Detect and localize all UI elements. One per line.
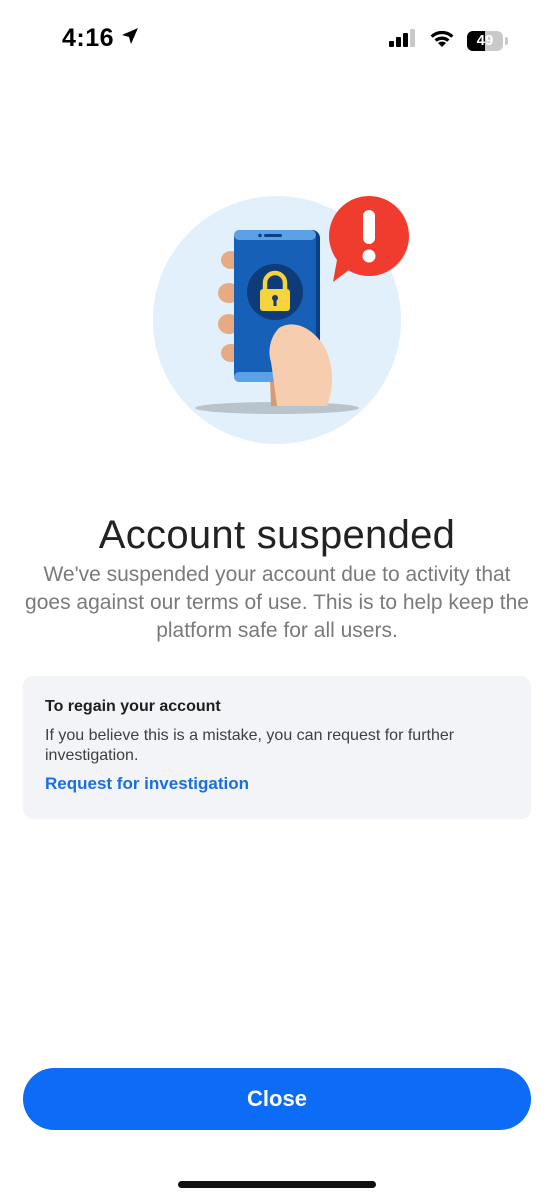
close-button[interactable]: Close	[23, 1068, 531, 1130]
suspended-illustration	[145, 190, 420, 450]
status-time-group: 4:16	[62, 24, 140, 53]
request-investigation-link[interactable]: Request for investigation	[45, 774, 249, 794]
suspension-description: We've suspended your account due to acti…	[25, 563, 529, 642]
regain-account-card: To regain your account If you believe th…	[23, 676, 531, 819]
home-indicator[interactable]	[178, 1181, 376, 1188]
location-arrow-icon	[120, 24, 140, 53]
page-title: Account suspended	[98, 512, 456, 557]
lock-icon	[247, 264, 303, 320]
status-time: 4:16	[62, 24, 115, 52]
regain-card-text: If you believe this is a mistake, you ca…	[45, 727, 455, 764]
alert-badge-icon	[329, 196, 409, 282]
status-bar: 4:16 49	[0, 0, 554, 84]
battery-level: 49	[476, 32, 494, 49]
battery-icon: 49	[467, 30, 503, 51]
battery-tip	[505, 36, 508, 45]
regain-card-title: To regain your account	[45, 698, 221, 715]
suspended-screen: 4:16 49 Account suspended We've suspende…	[0, 0, 554, 1200]
cellular-signal-icon	[389, 29, 417, 52]
wifi-icon	[429, 28, 455, 53]
status-icons: 49	[389, 28, 508, 53]
